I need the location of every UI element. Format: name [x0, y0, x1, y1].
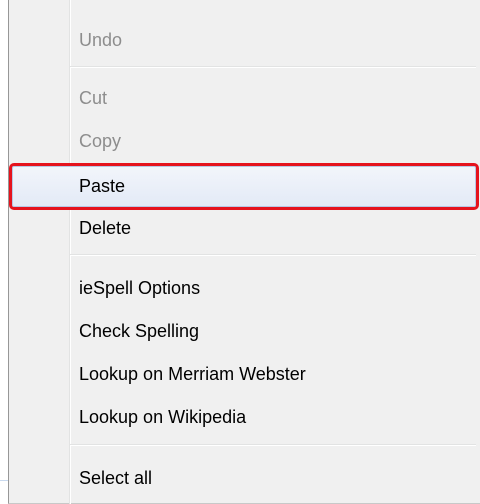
context-menu: Undo Cut Copy Paste Delete ieSpell Optio… [8, 0, 480, 504]
menu-item-delete[interactable]: Delete [12, 208, 476, 249]
menu-item-copy[interactable]: Copy [12, 121, 476, 162]
menu-item-cut[interactable]: Cut [12, 78, 476, 119]
menu-separator [70, 66, 476, 68]
background-edge-line [0, 480, 8, 481]
menu-item-lookup-merriam-webster[interactable]: Lookup on Merriam Webster [12, 354, 476, 395]
menu-item-paste[interactable]: Paste [9, 163, 479, 210]
menu-item-select-all[interactable]: Select all [12, 458, 476, 499]
menu-item-lookup-wikipedia[interactable]: Lookup on Wikipedia [12, 397, 476, 438]
menu-separator [70, 444, 476, 446]
menu-item-iespell-options[interactable]: ieSpell Options [12, 268, 476, 309]
menu-separator [70, 254, 476, 256]
menu-item-check-spelling[interactable]: Check Spelling [12, 311, 476, 352]
menu-item-undo[interactable]: Undo [12, 20, 476, 61]
